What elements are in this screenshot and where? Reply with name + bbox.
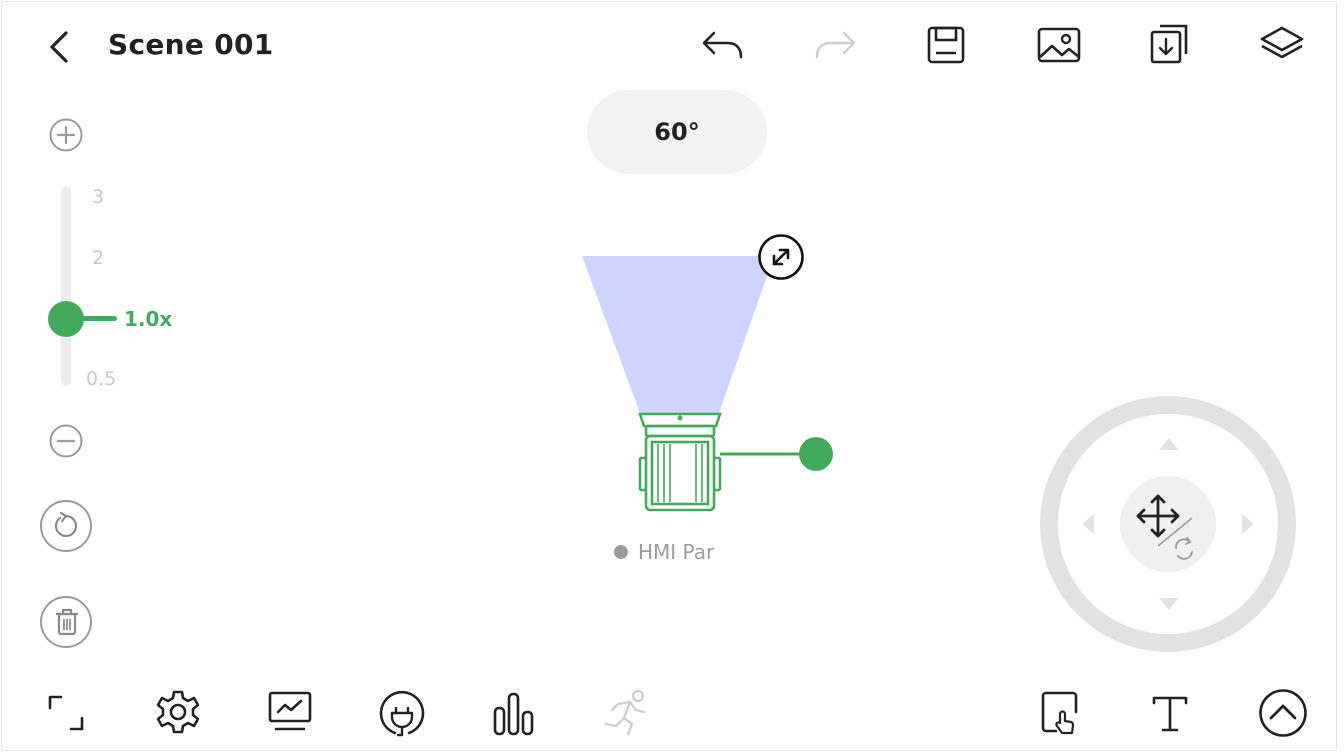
- fullscreen-icon[interactable]: [47, 694, 85, 732]
- zoom-out-icon[interactable]: [48, 423, 84, 459]
- light-label[interactable]: HMI Par: [614, 540, 714, 564]
- layers-icon[interactable]: [1258, 24, 1306, 64]
- zoom-value: 1.0x: [124, 307, 173, 331]
- image-icon[interactable]: [1036, 26, 1082, 64]
- text-icon[interactable]: [1150, 694, 1190, 734]
- redo-icon[interactable]: [812, 27, 858, 63]
- joystick-down-arrow-icon[interactable]: [1157, 596, 1181, 612]
- reset-rotate-icon: [54, 511, 78, 538]
- zoom-tick-0-5: 0.5: [86, 368, 117, 390]
- running-icon[interactable]: [600, 688, 652, 738]
- zoom-slider-handle[interactable]: [48, 301, 84, 337]
- save-icon[interactable]: [926, 25, 966, 65]
- zoom-tick-2: 2: [92, 247, 105, 269]
- settings-icon[interactable]: [155, 689, 201, 735]
- light-fixture[interactable]: [560, 230, 850, 520]
- zoom-slider-track[interactable]: [61, 186, 71, 386]
- reset-rotate-button[interactable]: [40, 500, 92, 552]
- zoom-in-icon[interactable]: [48, 117, 84, 153]
- monitor-icon[interactable]: [267, 690, 313, 734]
- joystick-left-arrow-icon[interactable]: [1080, 512, 1096, 536]
- undo-icon[interactable]: [700, 27, 746, 63]
- scene-title: Scene 001: [108, 28, 274, 61]
- trash-icon: [56, 608, 78, 636]
- import-icon[interactable]: [1148, 22, 1192, 66]
- light-rotate-handle[interactable]: [799, 437, 833, 471]
- light-status-dot: [614, 545, 628, 559]
- joystick-right-arrow-icon[interactable]: [1240, 512, 1256, 536]
- lamp-body: [638, 412, 800, 512]
- back-chevron-icon[interactable]: [44, 30, 76, 64]
- chevron-up-circle-icon[interactable]: [1258, 688, 1308, 738]
- touch-select-icon[interactable]: [1040, 690, 1082, 736]
- bars-chart-icon[interactable]: [492, 690, 536, 738]
- delete-button[interactable]: [40, 596, 92, 648]
- zoom-tick-3: 3: [92, 186, 105, 208]
- power-plug-icon[interactable]: [377, 689, 427, 739]
- light-name: HMI Par: [638, 540, 715, 564]
- beam-angle-pill[interactable]: 60°: [587, 90, 767, 174]
- resize-beam-icon[interactable]: [757, 233, 805, 281]
- joystick-up-arrow-icon[interactable]: [1157, 436, 1181, 452]
- zoom-indicator-stem: [80, 316, 117, 321]
- move-rotate-icon: [1136, 494, 1193, 560]
- light-beam: [582, 256, 774, 413]
